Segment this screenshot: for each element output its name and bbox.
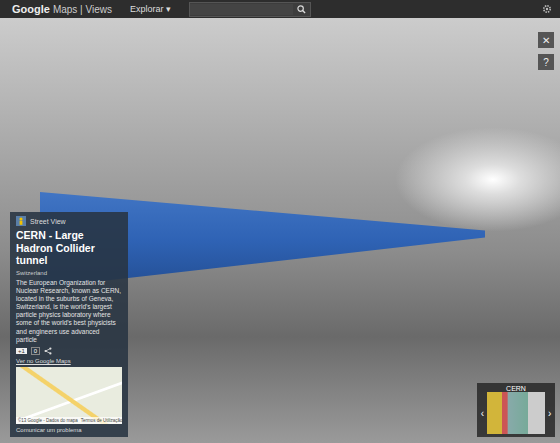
map-terms-link[interactable]: Termos de Utilização [81, 418, 123, 423]
nearby-thumbnail[interactable]: CERN ‹ › [477, 383, 555, 437]
place-description: The European Organization for Nuclear Re… [16, 279, 122, 344]
previous-button[interactable]: ‹ [480, 408, 485, 419]
gear-icon[interactable] [542, 4, 552, 14]
mini-map[interactable]: ©13 Google - Dados do mapa Termos de Uti… [16, 367, 122, 424]
report-problem-link[interactable]: Comunicar um problema [16, 427, 122, 433]
thumbnail-label: CERN [506, 385, 526, 392]
explore-menu[interactable]: Explorar ▾ [124, 4, 177, 14]
help-button[interactable]: ? [538, 54, 554, 70]
logo[interactable]: Google Maps | Views [12, 3, 112, 15]
share-icon[interactable] [44, 347, 52, 355]
place-country: Switzerland [16, 270, 122, 276]
plus-one-button[interactable]: +1 [16, 348, 27, 354]
top-bar: Google Maps | Views Explorar ▾ [0, 0, 560, 18]
maps-views-page: Google Maps | Views Explorar ▾ ✕ ? Stree… [0, 0, 560, 443]
search-icon[interactable] [297, 5, 306, 14]
map-attribution: ©13 Google - Dados do mapa Termos de Uti… [16, 417, 122, 424]
view-in-maps-link[interactable]: Ver no Google Maps [16, 358, 122, 364]
street-view-badge: Street View [16, 216, 122, 226]
next-button[interactable]: › [547, 408, 552, 419]
actions-row: +1 0 [16, 347, 122, 355]
place-title: CERN - Large Hadron Collider tunnel [16, 229, 122, 267]
plus-one-count: 0 [31, 347, 40, 355]
close-button[interactable]: ✕ [538, 32, 554, 48]
street-view-panorama[interactable]: ✕ ? Street View CERN - Large Hadron Coll… [0, 18, 560, 443]
thumbnail-image[interactable] [487, 392, 545, 434]
search-input[interactable] [190, 4, 293, 15]
pegman-icon [16, 216, 26, 226]
search-box[interactable] [189, 2, 311, 17]
info-card: Street View CERN - Large Hadron Collider… [10, 212, 128, 437]
